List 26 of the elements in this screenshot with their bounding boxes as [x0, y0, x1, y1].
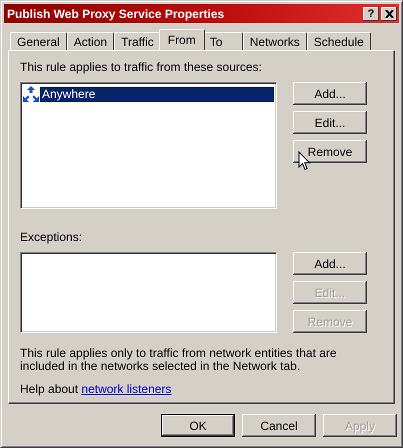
add-button[interactable]: Add...: [293, 82, 367, 105]
exceptions-label: Exceptions:: [20, 230, 84, 244]
cancel-button[interactable]: Cancel: [242, 414, 316, 437]
remove-button[interactable]: Remove: [293, 140, 367, 163]
window-title: Publish Web Proxy Service Properties: [7, 6, 226, 20]
help-button[interactable]: ?: [363, 6, 379, 20]
tab[interactable]: Traffic: [114, 32, 161, 50]
exceptions-list[interactable]: [20, 252, 277, 333]
add-button[interactable]: Add...: [293, 252, 367, 275]
tab[interactable]: From: [158, 29, 205, 50]
help-link[interactable]: network listeners: [81, 382, 172, 396]
sources-list[interactable]: Anywhere: [20, 82, 277, 209]
tab[interactable]: Networks: [242, 32, 307, 50]
tab[interactable]: Action: [66, 32, 114, 50]
close-icon: [384, 10, 394, 18]
list-item[interactable]: Anywhere: [40, 86, 274, 102]
ok-button[interactable]: OK: [161, 414, 235, 437]
arrows-icon: [23, 86, 39, 102]
help-text: Help about: [20, 382, 78, 396]
tab[interactable]: Schedule: [306, 32, 371, 50]
note-text: This rule applies only to traffic from network entities that are included in the networks selected in the Network tab.: [20, 347, 338, 373]
close-button[interactable]: [381, 6, 397, 20]
tab[interactable]: General: [10, 32, 67, 50]
tab[interactable]: To: [202, 32, 243, 50]
sources-label: This rule applies to traffic from these sources:: [20, 60, 263, 74]
edit-button[interactable]: Edit...: [293, 111, 367, 134]
